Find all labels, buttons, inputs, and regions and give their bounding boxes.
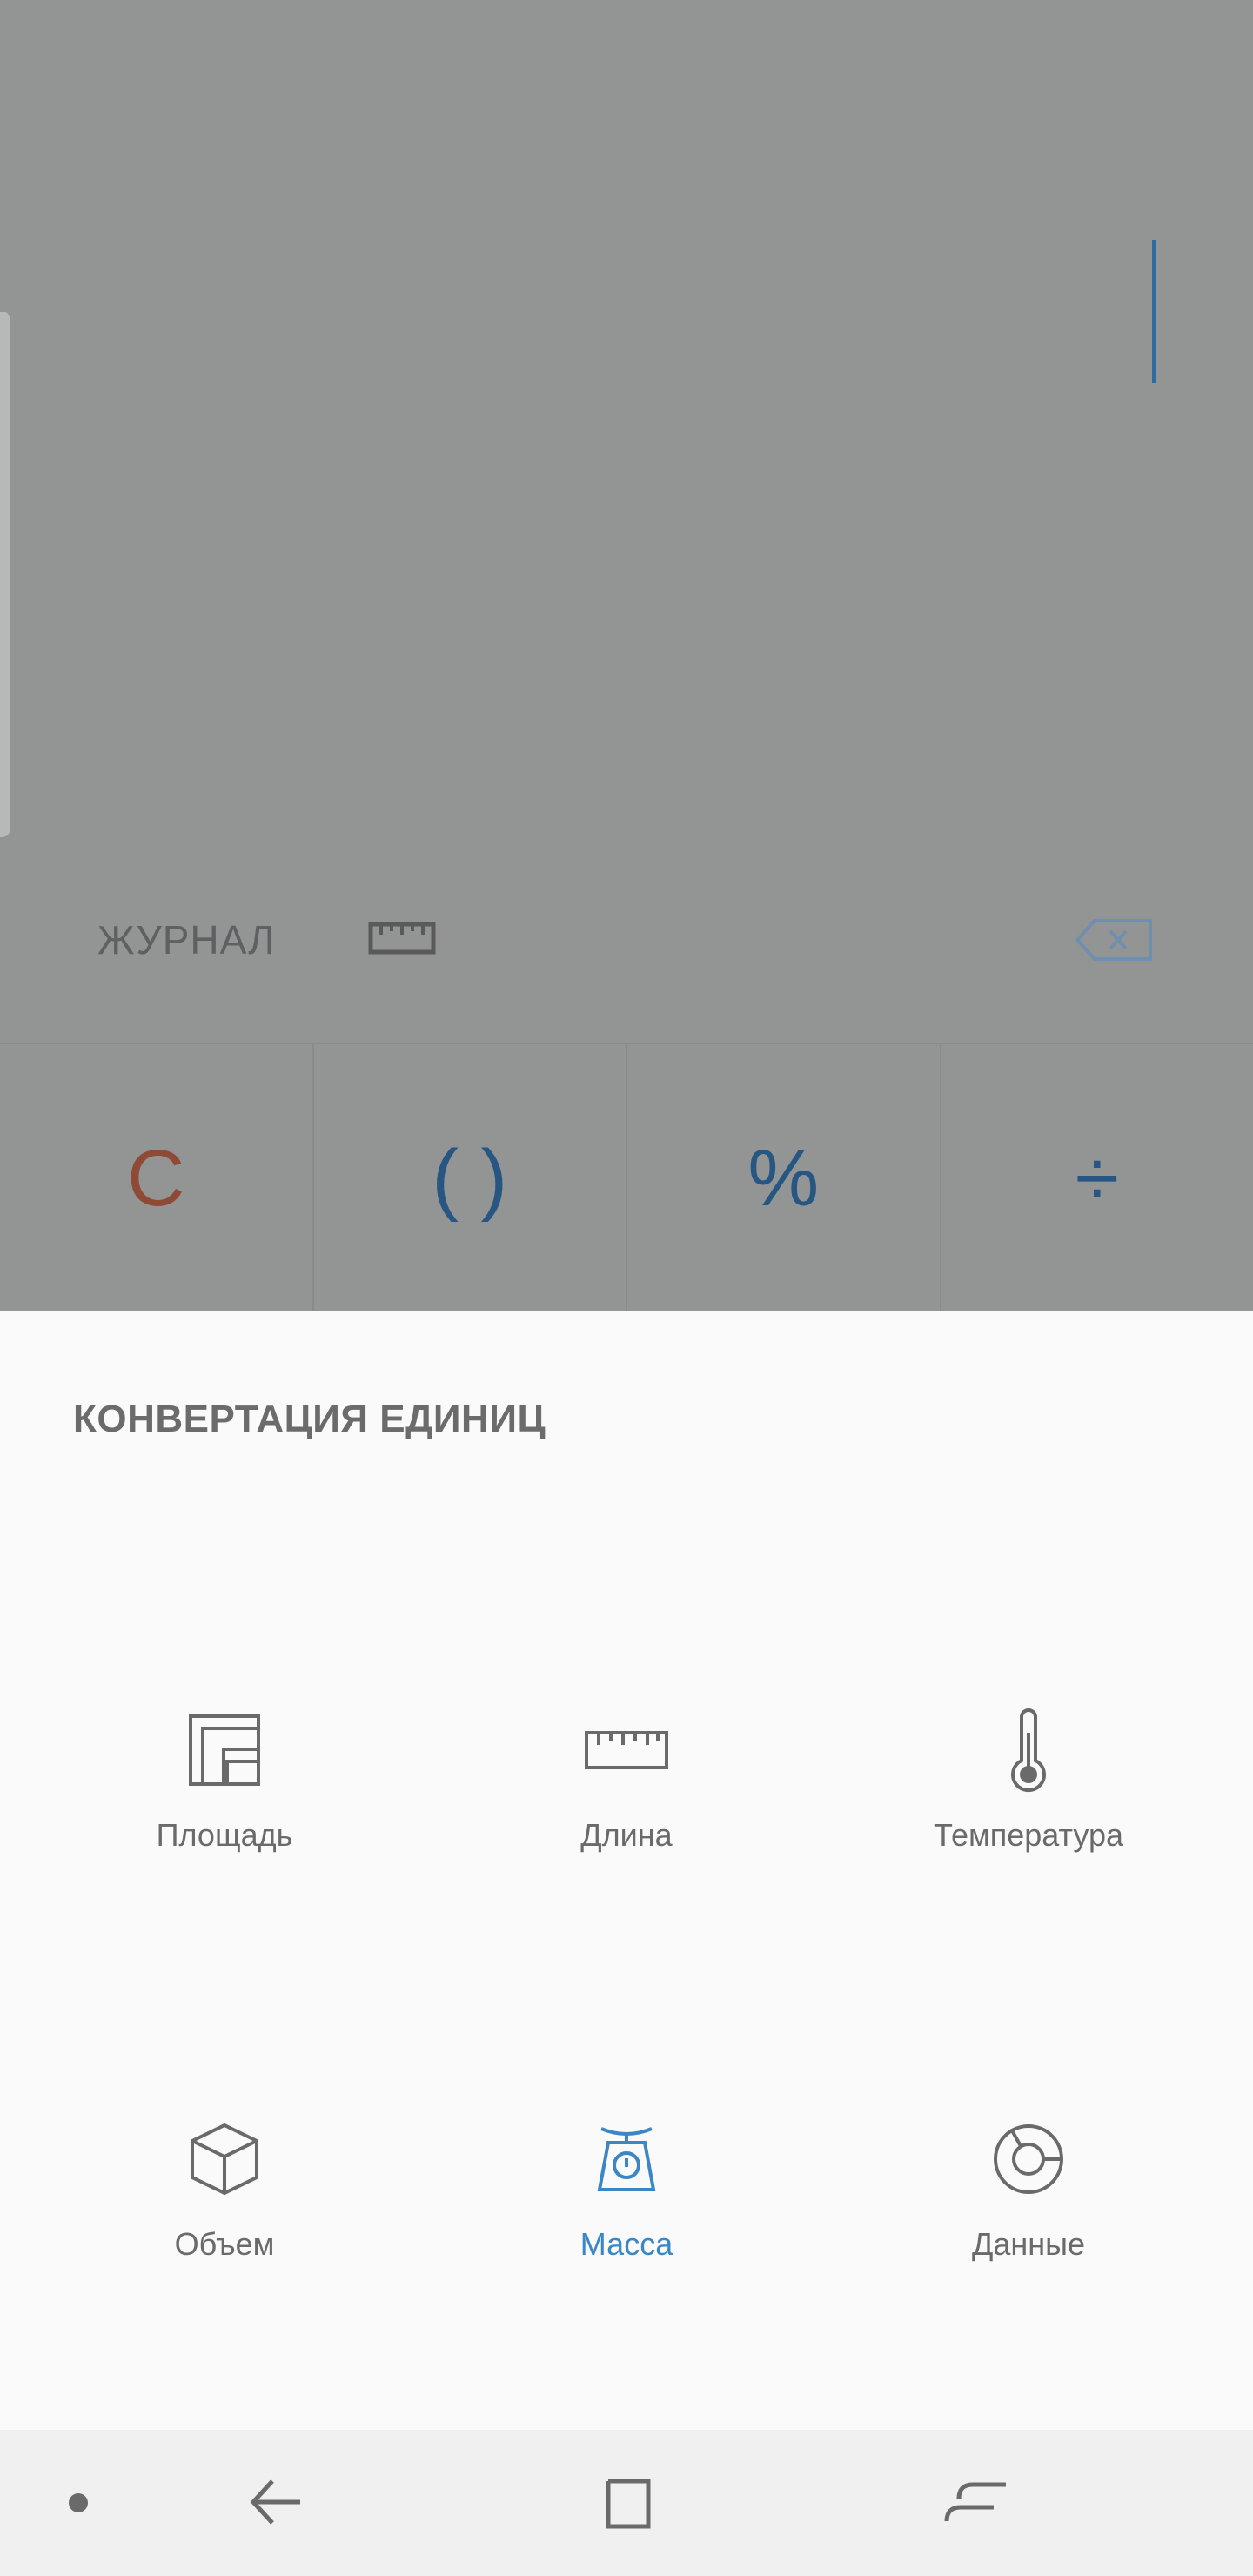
divide-key[interactable]: ÷: [941, 1044, 1253, 1312]
nav-recents-button[interactable]: [933, 2459, 1020, 2546]
nav-dot-button[interactable]: [35, 2459, 122, 2546]
parentheses-key[interactable]: ( ): [314, 1044, 627, 1312]
thermometer-icon: [981, 1702, 1076, 1798]
recents-icon: [944, 2482, 1006, 2522]
data-icon: [981, 2111, 1076, 2207]
history-button[interactable]: ЖУРНАЛ: [97, 905, 276, 975]
unit-conversion-sheet: КОНВЕРТАЦИЯ ЕДИНИЦ Площадь Длина Темпера…: [0, 1311, 1253, 2430]
unit-item-label: Объем: [174, 2226, 275, 2262]
home-icon: [606, 2479, 651, 2529]
drawer-handle[interactable]: [0, 312, 10, 837]
calculator-toolbar: ЖУРНАЛ: [0, 905, 1253, 1010]
percent-key[interactable]: %: [627, 1044, 941, 1312]
unit-item-label: Данные: [971, 2226, 1086, 2262]
nav-back-button[interactable]: [233, 2459, 320, 2546]
nav-home-button[interactable]: [583, 2459, 670, 2546]
clear-key[interactable]: C: [0, 1044, 314, 1312]
unit-item-label: Масса: [580, 2226, 673, 2262]
navigation-bar: [0, 2430, 1253, 2576]
unit-item-label: Длина: [580, 1817, 673, 1853]
dot-icon: [69, 2493, 88, 2512]
cube-icon: [177, 2111, 272, 2207]
unit-item-length[interactable]: Длина: [452, 1702, 801, 1911]
unit-item-label: Площадь: [156, 1817, 293, 1853]
backspace-icon: [1075, 919, 1152, 961]
area-icon: [177, 1702, 272, 1798]
backspace-button[interactable]: [1072, 914, 1156, 966]
ruler-icon: [368, 922, 436, 955]
keypad-top-row: C ( ) % ÷: [0, 1043, 1253, 1312]
back-icon: [250, 2479, 300, 2525]
unit-item-mass[interactable]: Масса: [452, 2111, 801, 2320]
unit-converter-button[interactable]: [365, 917, 444, 961]
unit-item-volume[interactable]: Объем: [50, 2111, 399, 2320]
input-cursor: [1152, 240, 1156, 383]
scale-icon: [579, 2111, 674, 2207]
ruler-icon: [579, 1702, 674, 1798]
unit-item-area[interactable]: Площадь: [50, 1702, 399, 1911]
unit-item-temperature[interactable]: Температура: [854, 1702, 1203, 1911]
unit-item-label: Температура: [933, 1817, 1124, 1853]
sheet-title: КОНВЕРТАЦИЯ ЕДИНИЦ: [73, 1398, 546, 1440]
unit-item-data[interactable]: Данные: [854, 2111, 1203, 2320]
calculator-background: ЖУРНАЛ C ( ) % ÷: [0, 0, 1253, 1312]
